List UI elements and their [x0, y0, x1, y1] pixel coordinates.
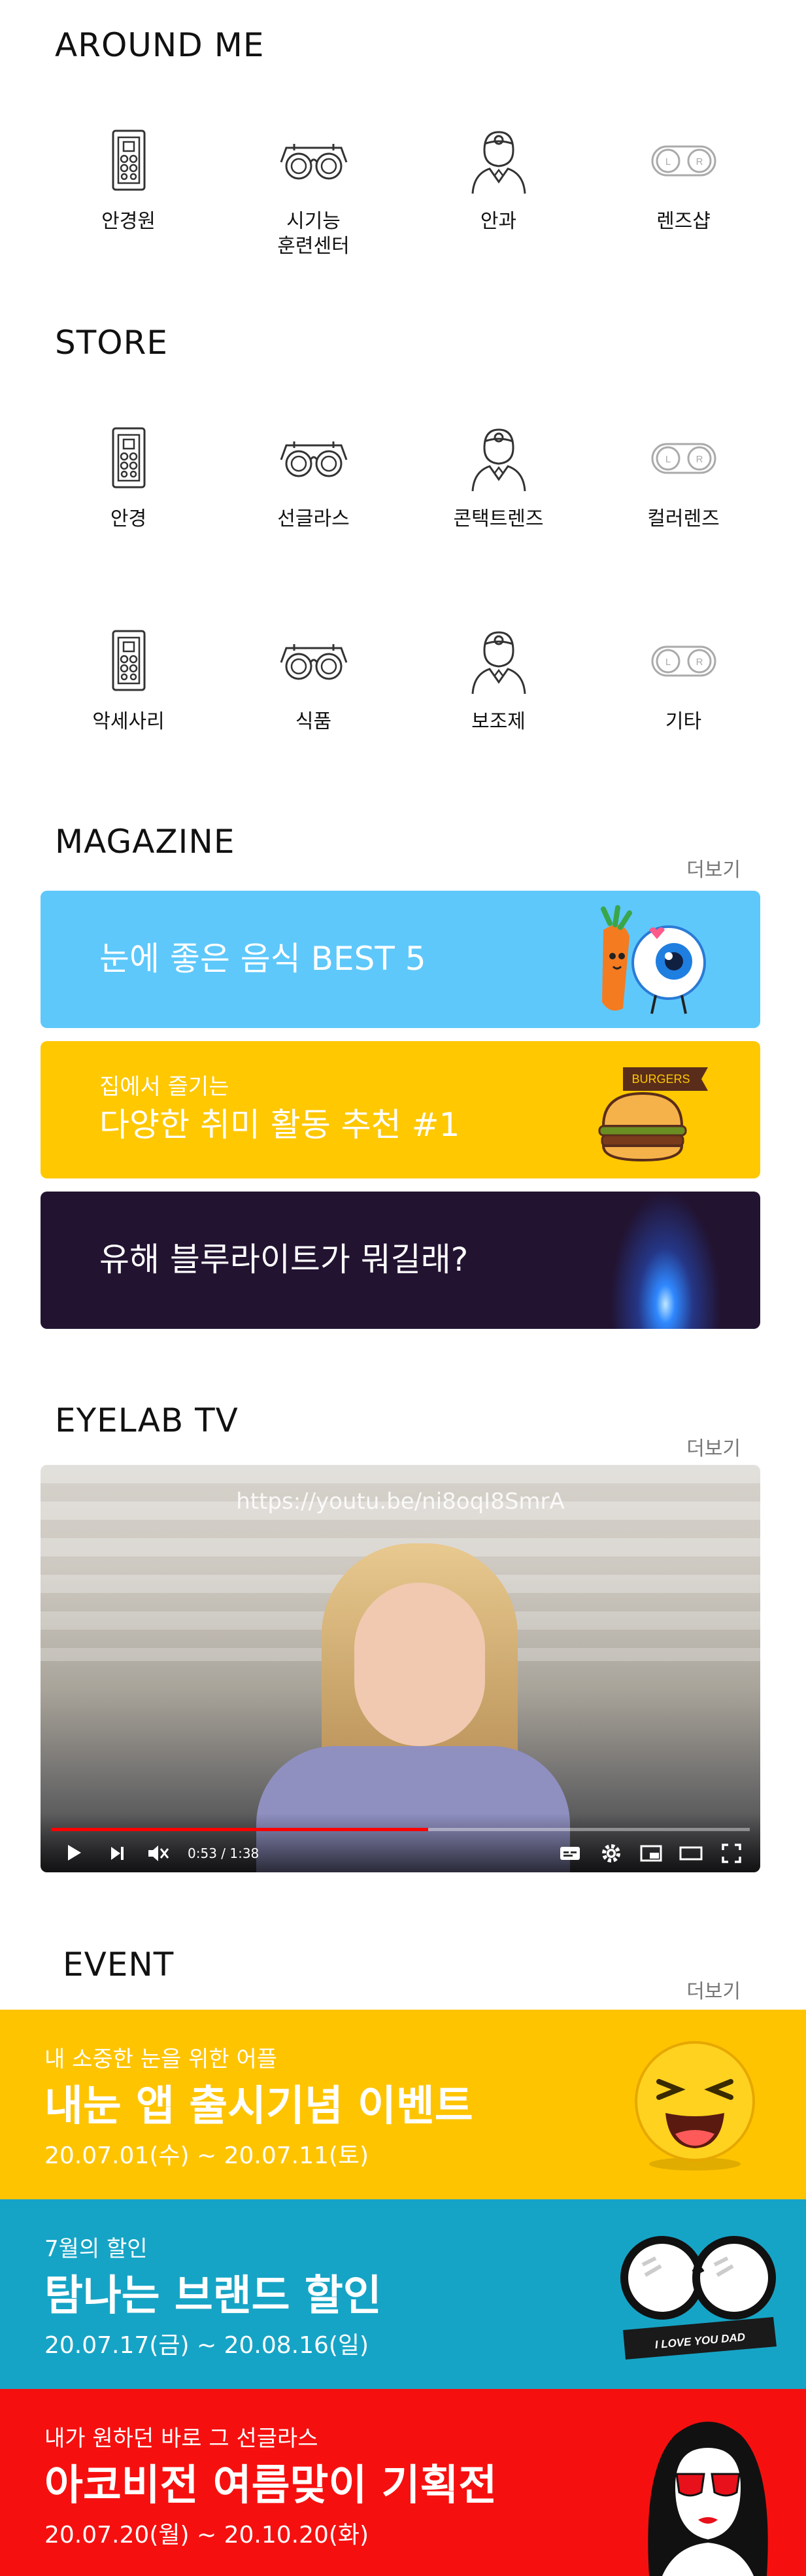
- around-item-label: 안과: [480, 210, 517, 233]
- eye-chart-icon: [86, 422, 171, 494]
- event-banner-launch[interactable]: 내 소중한 눈을 위한 어플 내눈 앱 출시기념 이벤트 20.07.01(수)…: [0, 2010, 806, 2199]
- store-item-label: 식품: [295, 710, 332, 733]
- event-title: EVENT: [63, 1946, 175, 1984]
- store-grid-row-2: 악세사리 식품 보조제 기타: [0, 625, 806, 734]
- store-item-label: 기타: [665, 710, 702, 733]
- banner-title: 유해 블루라이트가 뭐길래?: [99, 1241, 469, 1279]
- lens-case-icon: [641, 422, 726, 494]
- eye-chart-icon: [86, 124, 171, 196]
- around-item-label: 렌즈샵: [656, 210, 711, 233]
- home-page: AROUND ME 안경원 시기능 훈련센터 안과 렌즈샵 STORE 안경 선…: [0, 0, 806, 2576]
- trial-frame-icon: [271, 625, 356, 696]
- burger-badge-text: BURGERS: [631, 1073, 690, 1086]
- magazine-more-link[interactable]: 더보기: [686, 853, 741, 882]
- event-subtitle: 내가 원하던 바로 그 선글라스: [44, 2426, 318, 2452]
- around-item-ophthalmology[interactable]: 안과: [406, 124, 591, 259]
- event-date: 20.07.17(금) ~ 20.08.16(일): [44, 2332, 369, 2359]
- play-icon[interactable]: [64, 1843, 84, 1863]
- eyelab-tv-title: EYELAB TV: [55, 1401, 239, 1439]
- video-player[interactable]: https://youtu.be/ni8oqI8SmrA 0:53 / 1:38: [41, 1465, 760, 1872]
- event-title-text: 탐나는 브랜드 할인: [44, 2272, 382, 2320]
- store-item-label: 안경: [110, 507, 147, 530]
- store-item-contact-lens[interactable]: 콘택트렌즈: [406, 422, 591, 532]
- burger-icon: BURGERS: [598, 1067, 708, 1162]
- around-me-title: AROUND ME: [55, 26, 265, 64]
- eyelab-tv-more-link[interactable]: 더보기: [686, 1432, 741, 1461]
- next-icon[interactable]: [109, 1846, 126, 1861]
- laughing-emoji-icon: [635, 2041, 755, 2171]
- store-item-food[interactable]: 식품: [221, 625, 406, 734]
- settings-gear-icon[interactable]: [601, 1843, 622, 1864]
- store-grid-row-1: 안경 선글라스 콘택트렌즈 컬러렌즈: [0, 422, 806, 532]
- store-item-etc[interactable]: 기타: [591, 625, 776, 734]
- around-item-label: 시기능 훈련센터: [277, 210, 350, 258]
- magazine-banner-eye-food[interactable]: 눈에 좋은 음식 BEST 5: [41, 891, 760, 1028]
- event-date: 20.07.01(수) ~ 20.07.11(토): [44, 2142, 369, 2169]
- video-progress-track[interactable]: [51, 1828, 750, 1831]
- event-title-text: 아코비전 여름맞이 기획전: [44, 2462, 497, 2510]
- store-item-sunglasses[interactable]: 선글라스: [221, 422, 406, 532]
- banner-subtitle: 집에서 즐기는: [99, 1074, 229, 1100]
- event-subtitle: 내 소중한 눈을 위한 어플: [44, 2046, 278, 2072]
- glasses-ribbon-icon: I LOVE YOU DAD: [620, 2236, 777, 2360]
- event-title-text: 내눈 앱 출시기념 이벤트: [44, 2082, 473, 2131]
- doctor-icon: [456, 625, 541, 696]
- theater-mode-icon[interactable]: [679, 1846, 703, 1861]
- lens-case-icon: [641, 625, 726, 696]
- carrot-eyeball-icon: [601, 905, 706, 1014]
- trial-frame-icon: [271, 124, 356, 196]
- store-item-supplements[interactable]: 보조제: [406, 625, 591, 734]
- around-me-grid: 안경원 시기능 훈련센터 안과 렌즈샵: [0, 124, 806, 259]
- video-url[interactable]: https://youtu.be/ni8oqI8SmrA: [41, 1488, 760, 1515]
- around-item-optician[interactable]: 안경원: [36, 124, 221, 259]
- banner-title: 다양한 취미 활동 추천 #1: [99, 1106, 460, 1144]
- blue-light-icon: [610, 1192, 721, 1329]
- mute-icon[interactable]: [146, 1843, 170, 1864]
- eye-chart-icon: [86, 625, 171, 696]
- banner-title: 눈에 좋은 음식 BEST 5: [99, 940, 426, 978]
- trial-frame-icon: [271, 422, 356, 494]
- store-item-label: 컬러렌즈: [647, 507, 720, 530]
- around-item-lens-shop[interactable]: 렌즈샵: [591, 124, 776, 259]
- video-time: 0:53 / 1:38: [188, 1846, 260, 1861]
- lens-case-icon: [641, 124, 726, 196]
- doctor-icon: [456, 422, 541, 494]
- video-subject-face: [354, 1583, 485, 1746]
- around-item-vision-training[interactable]: 시기능 훈련센터: [221, 124, 406, 259]
- store-item-label: 보조제: [471, 710, 526, 733]
- store-item-color-lens[interactable]: 컬러렌즈: [591, 422, 776, 532]
- event-banner-brand-sale[interactable]: 7월의 할인 탐나는 브랜드 할인 20.07.17(금) ~ 20.08.16…: [0, 2199, 806, 2389]
- store-title: STORE: [55, 324, 168, 362]
- store-item-accessories[interactable]: 악세사리: [36, 625, 221, 734]
- store-item-label: 선글라스: [277, 507, 350, 530]
- doctor-icon: [456, 124, 541, 196]
- magazine-title: MAGAZINE: [55, 823, 235, 861]
- magazine-banner-blue-light[interactable]: 유해 블루라이트가 뭐길래?: [41, 1192, 760, 1329]
- magazine-banner-hobby[interactable]: 집에서 즐기는 다양한 취미 활동 추천 #1 BURGERS: [41, 1041, 760, 1178]
- store-item-glasses[interactable]: 안경: [36, 422, 221, 532]
- sunglasses-woman-icon: [648, 2422, 768, 2576]
- captions-icon[interactable]: [560, 1846, 580, 1861]
- event-date: 20.07.20(월) ~ 20.10.20(화): [44, 2522, 369, 2549]
- event-banner-sunglasses[interactable]: 내가 원하던 바로 그 선글라스 아코비전 여름맞이 기획전 20.07.20(…: [0, 2389, 806, 2576]
- video-progress-fill: [51, 1828, 429, 1831]
- event-more-link[interactable]: 더보기: [686, 1975, 741, 2004]
- fullscreen-icon[interactable]: [721, 1843, 742, 1864]
- event-subtitle: 7월의 할인: [44, 2236, 148, 2262]
- miniplayer-icon[interactable]: [640, 1844, 662, 1863]
- around-item-label: 안경원: [101, 210, 156, 233]
- store-item-label: 콘택트렌즈: [453, 507, 544, 530]
- store-item-label: 악세사리: [92, 710, 165, 733]
